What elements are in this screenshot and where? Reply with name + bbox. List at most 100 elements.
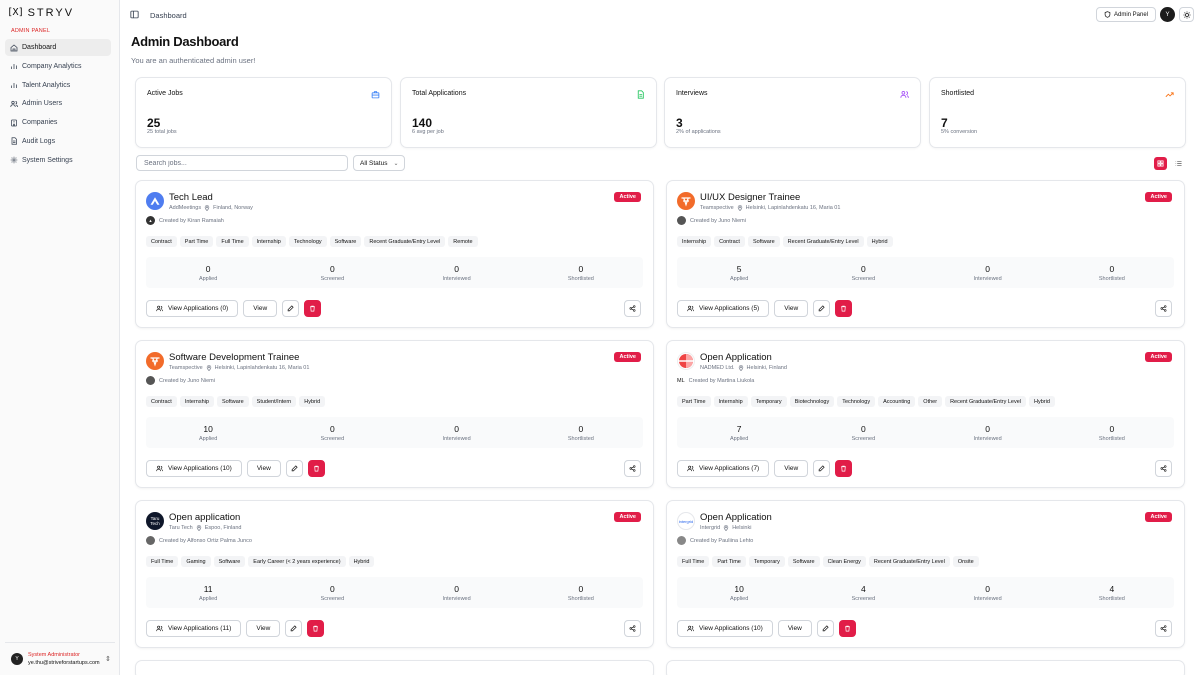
job-actions: View Applications (0) View <box>146 300 322 317</box>
view-applications-button[interactable]: View Applications (0) <box>146 300 239 317</box>
tag: Technology <box>288 236 327 247</box>
sidebar-item-system-settings[interactable]: System Settings <box>5 152 111 169</box>
metric-label: Applied <box>198 435 218 442</box>
list-view-button[interactable] <box>1172 157 1184 170</box>
view-applications-button[interactable]: View Applications (11) <box>146 620 242 637</box>
avatar[interactable]: Y <box>1160 7 1175 22</box>
metric-label: Screened <box>851 275 876 282</box>
job-card[interactable]: Tech Lead AddMeetings Finland, Norway Ac… <box>135 180 654 328</box>
job-title[interactable]: Software Development Trainee <box>169 352 299 363</box>
share-button[interactable] <box>1155 460 1172 477</box>
edit-button[interactable] <box>816 620 834 637</box>
users-icon <box>156 465 163 472</box>
pencil-icon <box>818 465 825 472</box>
view-button[interactable]: View <box>246 460 281 477</box>
sidebar-toggle-icon[interactable] <box>130 10 139 19</box>
metric-value: 0 <box>330 583 335 594</box>
view-applications-button[interactable]: View Applications (10) <box>677 620 773 637</box>
breadcrumb[interactable]: Dashboard <box>150 11 187 20</box>
search-input[interactable] <box>136 155 348 171</box>
edit-button[interactable] <box>285 620 303 637</box>
view-applications-button[interactable]: View Applications (10) <box>146 460 242 477</box>
share-button[interactable] <box>624 620 641 637</box>
job-card[interactable] <box>666 660 1185 675</box>
metric-value: 0 <box>454 263 459 274</box>
metric-label: Screened <box>320 275 345 282</box>
sidebar-item-talent-analytics[interactable]: Talent Analytics <box>5 77 111 94</box>
view-applications-button[interactable]: View Applications (5) <box>677 300 770 317</box>
app-logo[interactable]: [X] STRYV <box>7 6 74 19</box>
view-button[interactable]: View <box>774 460 809 477</box>
edit-button[interactable] <box>285 460 303 477</box>
delete-button[interactable] <box>307 460 325 477</box>
theme-toggle-button[interactable] <box>1179 7 1194 22</box>
metric-applied: 11 Applied <box>146 577 270 608</box>
view-button[interactable]: View <box>246 620 281 637</box>
edit-button[interactable] <box>813 300 831 317</box>
admin-panel-button[interactable]: Admin Panel <box>1096 7 1156 22</box>
share-button[interactable] <box>1155 300 1172 317</box>
share-button[interactable] <box>624 460 641 477</box>
stat-sub: 6 avg per job <box>412 129 444 135</box>
sidebar-item-admin-users[interactable]: Admin Users <box>5 95 111 112</box>
share-icon <box>629 305 636 312</box>
grid-view-button[interactable] <box>1154 157 1167 170</box>
metric-value: 0 <box>330 423 335 434</box>
tag: Onsite <box>952 556 979 567</box>
job-title[interactable]: Open application <box>169 512 240 523</box>
metric-value: 11 <box>203 583 213 594</box>
nadmed-logo-icon <box>679 354 693 368</box>
metric-value: 0 <box>861 263 866 274</box>
sidebar-item-companies[interactable]: Companies <box>5 114 111 131</box>
share-button[interactable] <box>624 300 641 317</box>
sidebar-item-label: Audit Logs <box>22 137 56 145</box>
metric-value: 0 <box>578 263 584 274</box>
metric-label: Screened <box>851 435 876 442</box>
company-logo: intergrid <box>677 512 695 530</box>
sidebar-item-company-analytics[interactable]: Company Analytics <box>5 58 111 75</box>
view-button[interactable]: View <box>777 620 812 637</box>
metric-label: Applied <box>729 595 749 602</box>
view-button[interactable]: View <box>774 300 809 317</box>
job-title[interactable]: UI/UX Designer Trainee <box>700 192 800 203</box>
metric-value: 4 <box>861 583 866 594</box>
job-title[interactable]: Open Application <box>700 352 772 363</box>
map-pin-icon <box>206 365 211 371</box>
job-card[interactable]: intergrid Open Application Intergrid Hel… <box>666 500 1185 648</box>
sidebar-item-dashboard[interactable]: Dashboard <box>5 39 111 56</box>
metric-label: Interviewed <box>973 595 1002 602</box>
delete-button[interactable] <box>304 300 322 317</box>
job-location: Helsinki, Lapinlahdenkatu 16, Maria 01 <box>745 205 841 211</box>
metric-label: Interviewed <box>973 275 1002 282</box>
job-card[interactable]: UI/UX Designer Trainee Teamspective Hels… <box>666 180 1185 328</box>
company-logo: Taru Tech <box>146 512 164 530</box>
delete-button[interactable] <box>835 300 853 317</box>
tag-list: Full Time Part Time Temporary Software C… <box>677 556 979 567</box>
user-email: ye.thu@striveforstartups.com <box>28 660 100 666</box>
map-pin-icon <box>737 205 742 211</box>
edit-button[interactable] <box>282 300 300 317</box>
share-button[interactable] <box>1155 620 1172 637</box>
delete-button[interactable] <box>838 620 856 637</box>
job-card[interactable]: Open Application NADMED Ltd. Helsinki, F… <box>666 340 1185 488</box>
metric-label: Shortlisted <box>1098 435 1125 442</box>
sidebar-item-audit-logs[interactable]: Audit Logs <box>5 133 111 150</box>
user-menu[interactable]: Y System Administrator ye.thu@strivefors… <box>5 642 115 675</box>
metric-label: Shortlisted <box>567 435 594 442</box>
delete-button[interactable] <box>307 620 325 637</box>
view-button[interactable]: View <box>243 300 278 317</box>
edit-button[interactable] <box>813 460 831 477</box>
job-card[interactable]: Software Development Trainee Teamspectiv… <box>135 340 654 488</box>
tag: Early Career (< 2 years experience) <box>248 556 346 567</box>
job-title[interactable]: Open Application <box>700 512 772 523</box>
avatar <box>146 376 155 385</box>
job-card[interactable] <box>135 660 654 675</box>
stat-value: 140 <box>412 116 433 130</box>
job-card[interactable]: Taru Tech Open application Taru Tech Esp… <box>135 500 654 648</box>
job-title[interactable]: Tech Lead <box>169 192 213 203</box>
status-select[interactable]: All Status ⌄ <box>353 155 405 171</box>
view-applications-button[interactable]: View Applications (7) <box>677 460 770 477</box>
delete-button[interactable] <box>835 460 853 477</box>
trash-icon <box>313 465 319 472</box>
avatar <box>677 536 686 545</box>
